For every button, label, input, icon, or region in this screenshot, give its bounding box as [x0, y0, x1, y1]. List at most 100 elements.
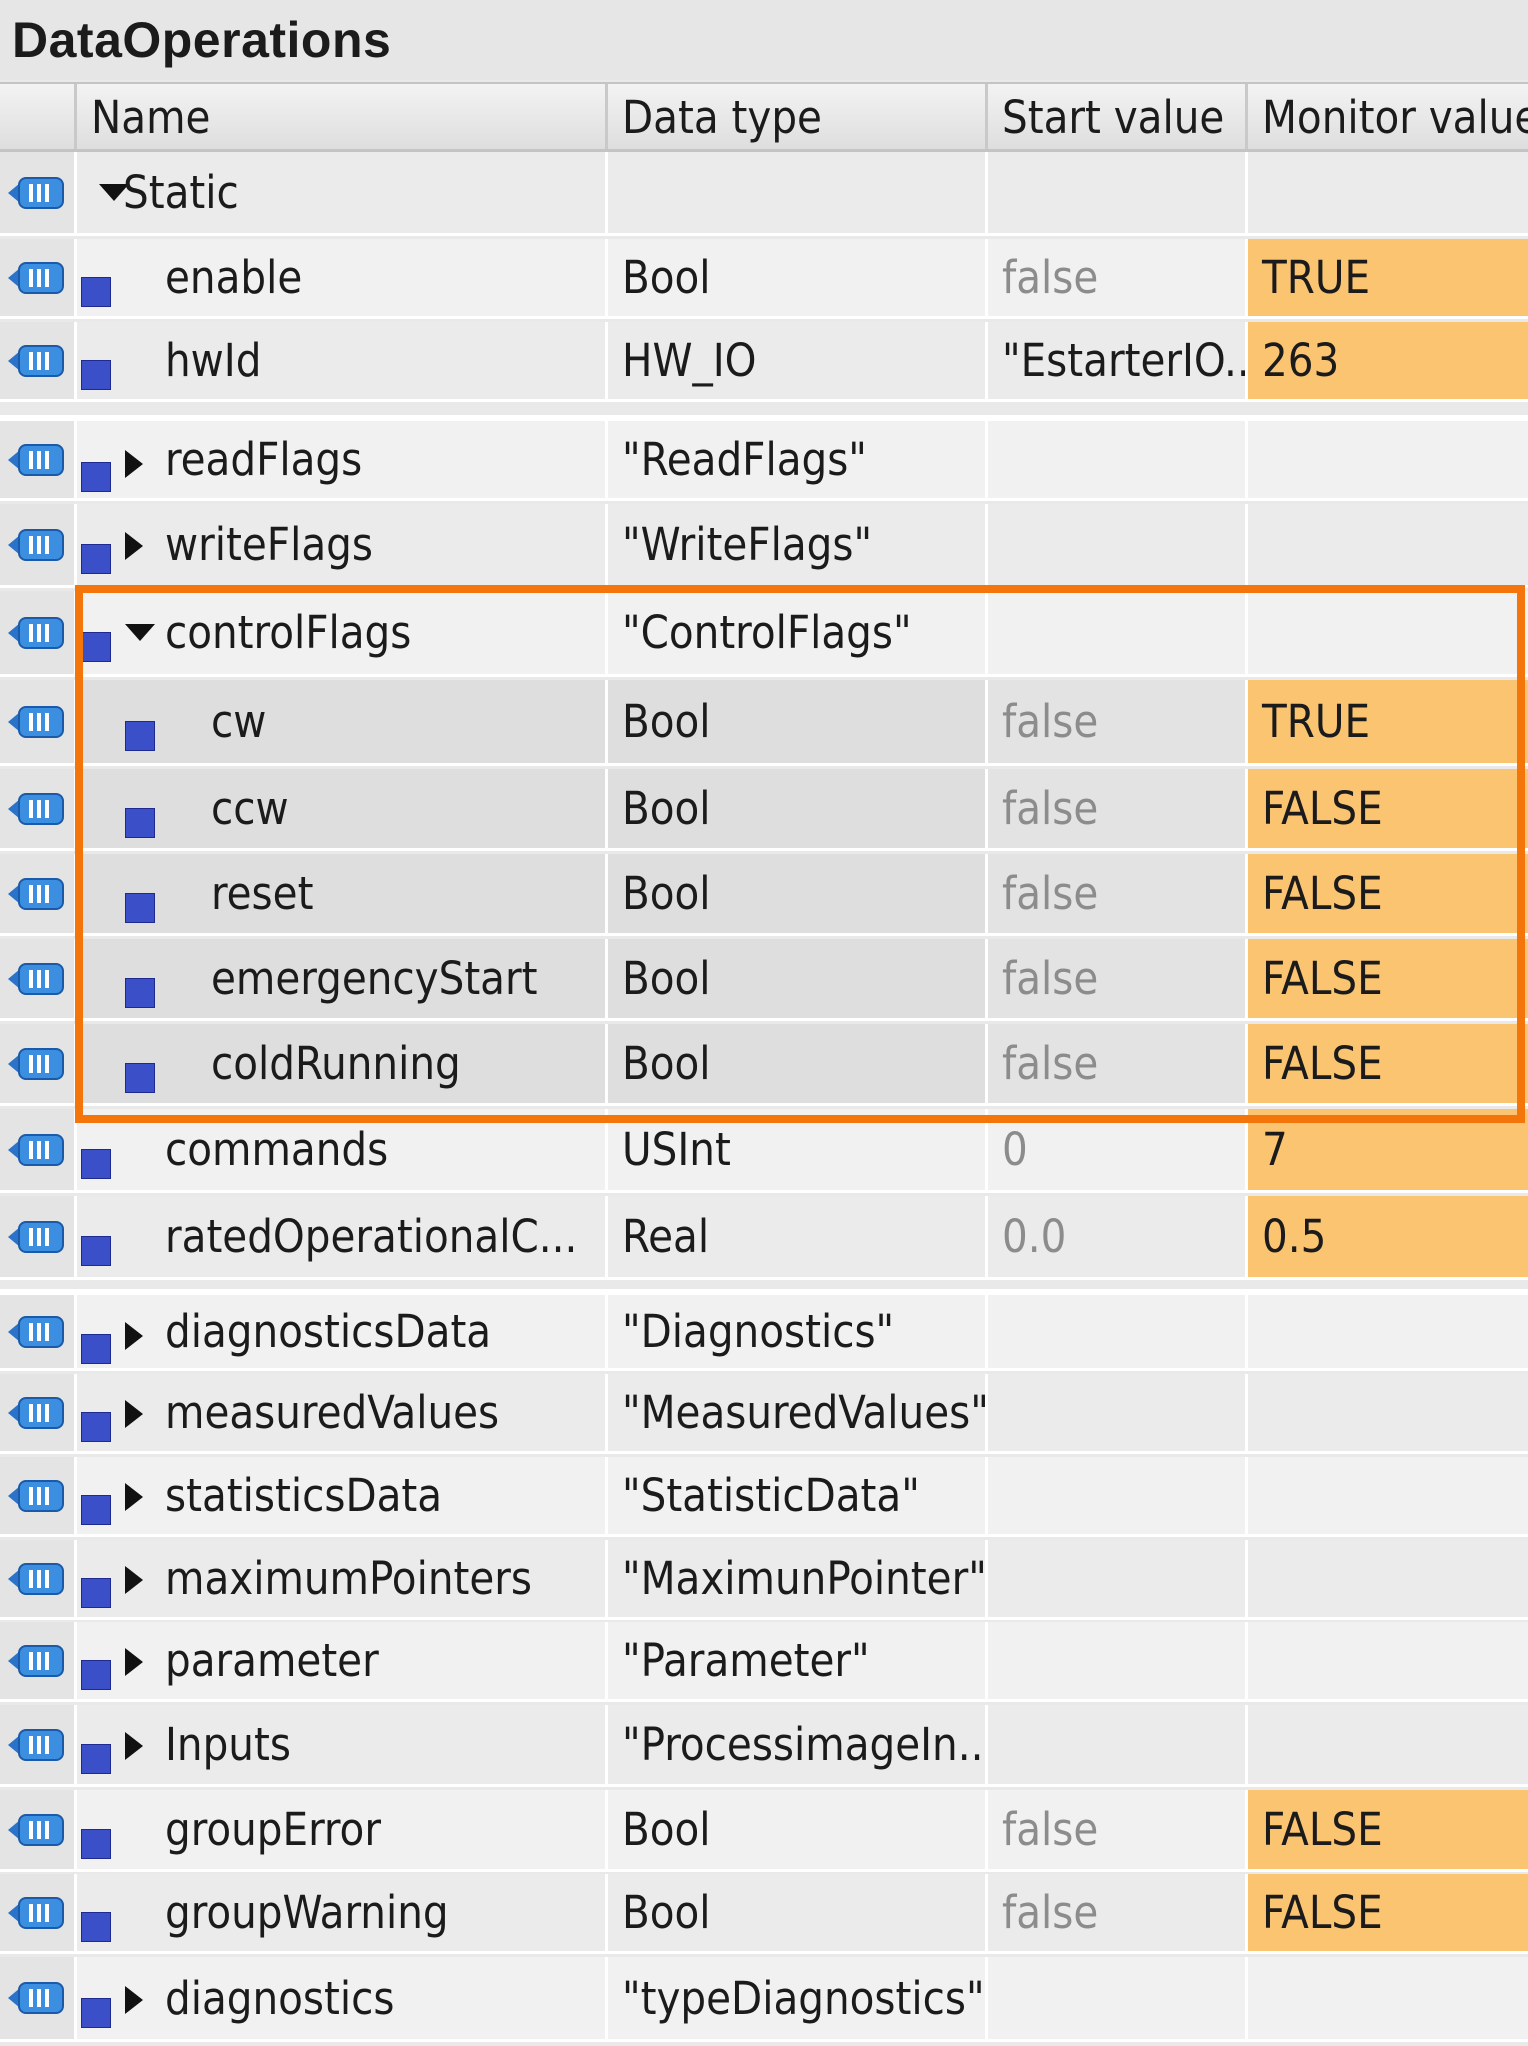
row-name-cell[interactable]: diagnosticsData	[74, 1295, 605, 1368]
start-value-cell[interactable]	[985, 152, 1245, 233]
table-row[interactable]: enable Bool false TRUE	[0, 239, 1528, 319]
start-value-cell[interactable]	[985, 1457, 1245, 1534]
start-value-cell[interactable]	[985, 1374, 1245, 1451]
expand-arrow-icon[interactable]	[125, 450, 143, 478]
header-name[interactable]: Name	[74, 84, 605, 149]
row-name-cell[interactable]: reset	[74, 854, 605, 933]
table-row[interactable]: groupError Bool false FALSE	[0, 1790, 1528, 1872]
start-value-cell[interactable]	[985, 1295, 1245, 1368]
table-row[interactable]: writeFlags "WriteFlags"	[0, 504, 1528, 588]
data-type-cell[interactable]: "typeDiagnostics"	[605, 1957, 985, 2039]
data-type-cell[interactable]: USInt	[605, 1109, 985, 1190]
expand-arrow-icon[interactable]	[125, 1986, 143, 2014]
row-name-cell[interactable]: readFlags	[74, 421, 605, 498]
row-name-cell[interactable]: statisticsData	[74, 1457, 605, 1534]
expand-arrow-icon[interactable]	[125, 1400, 143, 1428]
start-value-cell[interactable]: false	[985, 239, 1245, 316]
data-type-cell[interactable]	[605, 152, 985, 233]
data-type-cell[interactable]: Bool	[605, 680, 985, 763]
table-row[interactable]: groupWarning Bool false FALSE	[0, 1874, 1528, 1954]
start-value-cell[interactable]	[985, 421, 1245, 498]
data-type-cell[interactable]: Bool	[605, 939, 985, 1018]
table-row[interactable]: readFlags "ReadFlags"	[0, 415, 1528, 501]
row-name-cell[interactable]: diagnostics	[74, 1957, 605, 2039]
expand-arrow-icon[interactable]	[125, 1566, 143, 1594]
start-value-cell[interactable]: 0	[985, 1109, 1245, 1190]
row-name-cell[interactable]: Static	[74, 152, 605, 233]
row-name-cell[interactable]: writeFlags	[74, 504, 605, 585]
row-name-cell[interactable]: controlFlags	[74, 591, 605, 674]
row-name-cell[interactable]: emergencyStart	[74, 939, 605, 1018]
table-row[interactable]: Inputs "ProcessimageIn...	[0, 1705, 1528, 1787]
row-name-cell[interactable]: hwId	[74, 322, 605, 399]
data-type-cell[interactable]: "ControlFlags"	[605, 591, 985, 674]
start-value-cell[interactable]: false	[985, 939, 1245, 1018]
table-row[interactable]: statisticsData "StatisticData"	[0, 1457, 1528, 1537]
start-value-cell[interactable]	[985, 504, 1245, 585]
row-name-cell[interactable]: cw	[74, 680, 605, 763]
start-value-cell[interactable]	[985, 1622, 1245, 1699]
table-row[interactable]: ratedOperationalC... Real 0.0 0.5	[0, 1196, 1528, 1280]
table-row[interactable]: diagnostics "typeDiagnostics"	[0, 1957, 1528, 2042]
row-name-cell[interactable]: groupWarning	[74, 1874, 605, 1951]
row-name-cell[interactable]: measuredValues	[74, 1374, 605, 1451]
start-value-cell[interactable]	[985, 1540, 1245, 1617]
row-name-cell[interactable]: Inputs	[74, 1705, 605, 1784]
table-row[interactable]: controlFlags "ControlFlags"	[0, 591, 1528, 677]
expand-arrow-icon[interactable]	[125, 1483, 143, 1511]
start-value-cell[interactable]: false	[985, 769, 1245, 848]
start-value-cell[interactable]: false	[985, 1874, 1245, 1951]
row-name-cell[interactable]: parameter	[74, 1622, 605, 1699]
collapse-arrow-icon[interactable]	[125, 624, 155, 641]
data-type-cell[interactable]: "StatisticData"	[605, 1457, 985, 1534]
table-row[interactable]: maximumPointers "MaximunPointer"	[0, 1540, 1528, 1620]
data-type-cell[interactable]: Bool	[605, 854, 985, 933]
row-name-cell[interactable]: enable	[74, 239, 605, 316]
data-type-cell[interactable]: Bool	[605, 769, 985, 848]
table-row[interactable]: parameter "Parameter"	[0, 1622, 1528, 1702]
table-row[interactable]: ccw Bool false FALSE	[0, 769, 1528, 851]
table-row[interactable]: emergencyStart Bool false FALSE	[0, 939, 1528, 1021]
data-type-cell[interactable]: "WriteFlags"	[605, 504, 985, 585]
expand-arrow-icon[interactable]	[125, 1322, 143, 1350]
data-type-cell[interactable]: Bool	[605, 239, 985, 316]
start-value-cell[interactable]	[985, 1705, 1245, 1784]
table-row[interactable]: hwId HW_IO "EstarterIO... 263	[0, 322, 1528, 402]
table-row[interactable]: reset Bool false FALSE	[0, 854, 1528, 936]
data-type-cell[interactable]: Real	[605, 1196, 985, 1277]
data-type-cell[interactable]: Bool	[605, 1790, 985, 1869]
table-row[interactable]: commands USInt 0 7	[0, 1109, 1528, 1193]
row-name-cell[interactable]: maximumPointers	[74, 1540, 605, 1617]
table-row[interactable]: cw Bool false TRUE	[0, 680, 1528, 766]
expand-arrow-icon[interactable]	[125, 1732, 143, 1760]
data-type-cell[interactable]: "MeasuredValues"	[605, 1374, 985, 1451]
header-monitor-value[interactable]: Monitor value	[1245, 84, 1528, 149]
row-name-cell[interactable]: groupError	[74, 1790, 605, 1869]
data-type-cell[interactable]: HW_IO	[605, 322, 985, 399]
header-data-type[interactable]: Data type	[605, 84, 985, 149]
start-value-cell[interactable]: false	[985, 1790, 1245, 1869]
row-name-cell[interactable]: commands	[74, 1109, 605, 1190]
row-name-cell[interactable]: ccw	[74, 769, 605, 848]
table-row[interactable]: measuredValues "MeasuredValues"	[0, 1374, 1528, 1454]
header-start-value[interactable]: Start value	[985, 84, 1245, 149]
start-value-cell[interactable]: false	[985, 680, 1245, 763]
data-type-cell[interactable]: "MaximunPointer"	[605, 1540, 985, 1617]
start-value-cell[interactable]: 0.0	[985, 1196, 1245, 1277]
start-value-cell[interactable]	[985, 1957, 1245, 2039]
data-type-cell[interactable]: "ReadFlags"	[605, 421, 985, 498]
row-name-cell[interactable]: ratedOperationalC...	[74, 1196, 605, 1277]
data-type-cell[interactable]: "Diagnostics"	[605, 1295, 985, 1368]
data-type-cell[interactable]: "Parameter"	[605, 1622, 985, 1699]
start-value-cell[interactable]: "EstarterIO...	[985, 322, 1245, 399]
row-name-cell[interactable]: coldRunning	[74, 1024, 605, 1103]
table-row[interactable]: coldRunning Bool false FALSE	[0, 1024, 1528, 1106]
data-type-cell[interactable]: "ProcessimageIn...	[605, 1705, 985, 1784]
expand-arrow-icon[interactable]	[125, 532, 143, 560]
data-type-cell[interactable]: Bool	[605, 1024, 985, 1103]
start-value-cell[interactable]: false	[985, 854, 1245, 933]
start-value-cell[interactable]: false	[985, 1024, 1245, 1103]
start-value-cell[interactable]	[985, 591, 1245, 674]
expand-arrow-icon[interactable]	[125, 1648, 143, 1676]
data-type-cell[interactable]: Bool	[605, 1874, 985, 1951]
